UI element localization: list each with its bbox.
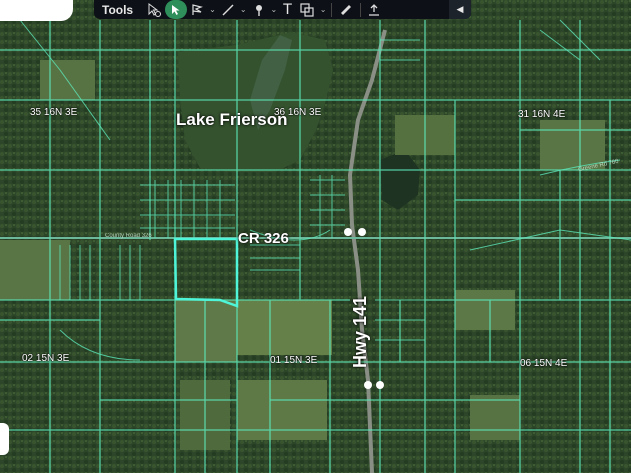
flag-icon[interactable] (187, 0, 207, 19)
section-label-01: 01 15N 3E (270, 355, 318, 366)
section-label-31: 31 16N 4E (518, 109, 566, 120)
chevron-down-icon[interactable]: ⌄ (318, 5, 329, 14)
select-pointer-icon[interactable] (165, 0, 188, 19)
collapse-icon[interactable]: ◀ (449, 0, 471, 19)
chevron-down-icon[interactable]: ⌄ (269, 5, 280, 14)
field (455, 290, 515, 330)
toolbar-divider (360, 2, 362, 17)
section-label-02: 02 15N 3E (22, 353, 70, 364)
field (237, 380, 327, 440)
upload-icon[interactable] (364, 0, 384, 19)
shape-icon[interactable] (296, 0, 318, 19)
bottom-left-tab[interactable] (0, 423, 9, 455)
lake-label: Lake Frierson (176, 110, 288, 129)
section-label-35: 35 16N 3E (30, 107, 78, 118)
line-icon[interactable] (218, 0, 238, 19)
satellite-parcel-map[interactable] (0, 0, 631, 473)
toolbar-divider (331, 2, 333, 17)
field (175, 300, 237, 362)
field (237, 300, 332, 355)
top-left-panel (0, 0, 73, 21)
field (470, 395, 520, 440)
hwy-141-label: Hwy 141 (350, 295, 370, 368)
map-toolbar: Tools ⌄ ⌄ ⌄ T ⌄ ◀ (94, 0, 471, 19)
tools-label: Tools (102, 2, 134, 17)
chevron-down-icon[interactable]: ⌄ (238, 5, 249, 14)
pin-icon[interactable] (249, 0, 269, 19)
chevron-down-icon[interactable]: ⌄ (207, 5, 218, 14)
county-road-label: County Road 326 (105, 233, 152, 239)
cr-326-label: CR 326 (238, 230, 289, 247)
text-icon[interactable]: T (279, 0, 296, 19)
section-label-06: 06 15N 4E (520, 358, 568, 369)
info-cursor-icon[interactable] (143, 0, 165, 19)
ruler-icon[interactable] (335, 0, 357, 19)
